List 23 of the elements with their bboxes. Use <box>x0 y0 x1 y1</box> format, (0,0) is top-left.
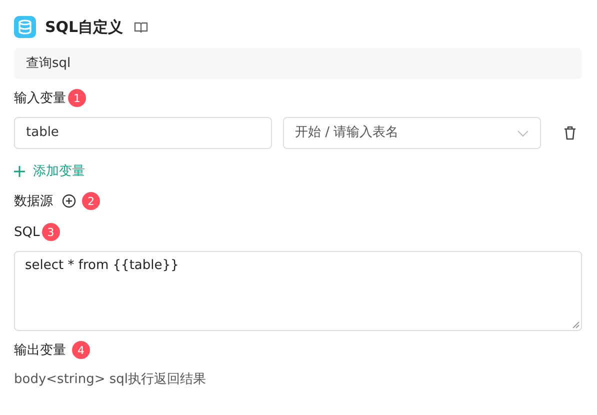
section-label: 数据源 <box>14 193 53 210</box>
section-label: 输入变量 <box>14 90 66 107</box>
database-icon <box>14 16 36 38</box>
select-field[interactable]: 开始 / 请输入表名 <box>283 117 541 149</box>
chevron-down-icon <box>517 130 529 136</box>
number-badge: 3 <box>42 223 60 241</box>
plus-icon <box>14 166 25 176</box>
section-label: 输出变量 <box>14 342 66 359</box>
description-field[interactable]: 查询sql <box>14 48 582 79</box>
number-badge: 1 <box>68 89 86 107</box>
node-title: SQL自定义 <box>45 18 124 36</box>
select-value: 开始 / 请输入表名 <box>295 124 399 142</box>
sql-editor[interactable]: select * from {{table}} <box>14 251 582 331</box>
output-description: body<string> sql执行返回结果 <box>14 371 208 389</box>
plus-circle-icon <box>62 194 76 208</box>
input-field[interactable]: table <box>14 117 272 149</box>
book-icon <box>134 21 148 33</box>
add-datasource-button[interactable] <box>62 194 76 208</box>
section-label: SQL <box>14 224 40 240</box>
trash-icon <box>564 126 576 140</box>
number-badge: 2 <box>82 192 100 210</box>
number-badge: 4 <box>72 341 90 359</box>
resize-handle-icon <box>572 321 580 329</box>
